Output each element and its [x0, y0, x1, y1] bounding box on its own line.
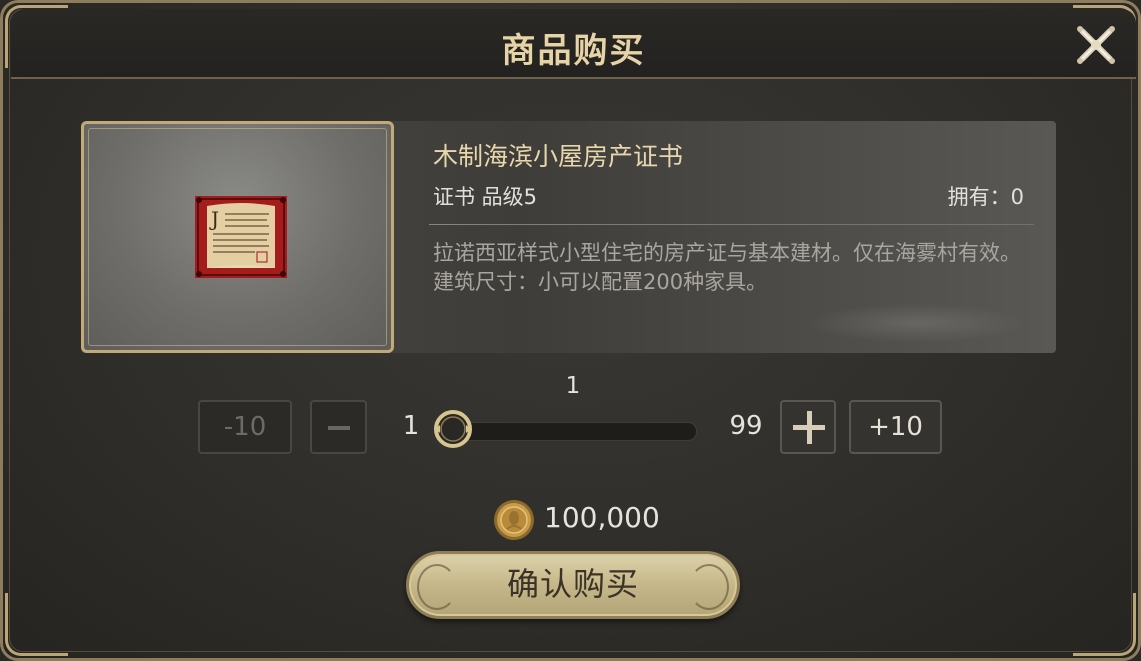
dialog-title: 商品购买: [501, 31, 646, 71]
frame-corner-ornament: [5, 593, 68, 656]
item-name: 木制海滨小屋房产证书: [433, 142, 684, 171]
dialog-header: 商品购买: [11, 9, 1136, 79]
quantity-min: 1: [402, 411, 420, 441]
slider-handle[interactable]: [431, 407, 475, 451]
current-quantity: 1: [565, 373, 581, 399]
confirm-purchase-button[interactable]: 确认购买: [406, 551, 740, 619]
item-owned-count: 拥有：0: [947, 185, 1024, 209]
item-info-panel: J 木制海滨小屋房产证书 证书 品级5 拥有：0 拉诺西亚样式小型住宅的房产证与…: [81, 121, 1056, 353]
minus-10-button[interactable]: -10: [198, 400, 292, 454]
price-amount: 100,000: [544, 501, 660, 534]
minus-button[interactable]: [310, 400, 367, 454]
plus-button[interactable]: [780, 400, 836, 454]
divider: [429, 224, 1034, 225]
gil-coin-icon: [494, 500, 534, 540]
property-certificate-icon: J: [195, 196, 287, 278]
close-button[interactable]: [1074, 23, 1118, 67]
quantity-max: 99: [729, 411, 763, 441]
plus-icon-vertical: [807, 411, 812, 444]
item-type-grade: 证书 品级5: [433, 185, 538, 209]
svg-text:J: J: [209, 207, 219, 231]
slider-handle-icon: [434, 410, 472, 448]
purchase-dialog: 商品购买 J 木制海滨小屋房产证书 证书 品级5 拥有：0 拉诺西亚样式小型住宅…: [0, 0, 1141, 661]
confirm-purchase-label: 确认购买: [506, 565, 639, 603]
frame-corner-ornament: [1073, 593, 1136, 656]
item-image-frame: J: [81, 121, 394, 353]
quantity-slider[interactable]: [443, 422, 697, 441]
plus-10-button[interactable]: +10: [849, 400, 942, 454]
item-description: 拉诺西亚样式小型住宅的房产证与基本建材。仅在海雾村有效。建筑尺寸：小可以配置20…: [433, 241, 1021, 294]
minus-icon: [328, 426, 350, 430]
close-icon: [1077, 26, 1115, 64]
